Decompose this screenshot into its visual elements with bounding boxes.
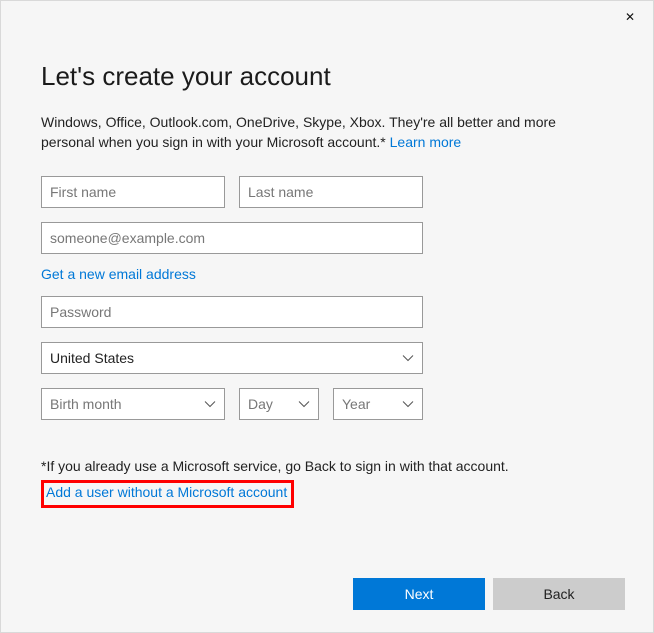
name-row: First name Last name bbox=[41, 176, 613, 208]
get-new-email-link[interactable]: Get a new email address bbox=[41, 266, 196, 282]
chevron-down-icon bbox=[402, 398, 414, 410]
chevron-down-icon bbox=[402, 352, 414, 364]
back-button[interactable]: Back bbox=[493, 578, 625, 610]
close-button[interactable]: ✕ bbox=[607, 1, 653, 33]
email-placeholder: someone@example.com bbox=[50, 230, 205, 246]
chevron-down-icon bbox=[204, 398, 216, 410]
intro-text: Windows, Office, Outlook.com, OneDrive, … bbox=[41, 112, 581, 152]
content: Let's create your account Windows, Offic… bbox=[1, 33, 653, 508]
intro-body: Windows, Office, Outlook.com, OneDrive, … bbox=[41, 114, 556, 150]
close-icon: ✕ bbox=[625, 10, 635, 24]
birth-month-value: Birth month bbox=[50, 396, 122, 412]
get-new-email-row: Get a new email address bbox=[41, 266, 613, 284]
email-row: someone@example.com bbox=[41, 222, 613, 254]
learn-more-link[interactable]: Learn more bbox=[390, 134, 462, 150]
last-name-field[interactable]: Last name bbox=[239, 176, 423, 208]
birth-day-select[interactable]: Day bbox=[239, 388, 319, 420]
birth-month-select[interactable]: Birth month bbox=[41, 388, 225, 420]
birth-day-value: Day bbox=[248, 396, 273, 412]
first-name-placeholder: First name bbox=[50, 184, 116, 200]
titlebar: ✕ bbox=[1, 1, 653, 33]
alt-link-highlight: Add a user without a Microsoft account bbox=[41, 480, 294, 508]
button-bar: Next Back bbox=[353, 578, 625, 610]
password-row: Password bbox=[41, 296, 613, 328]
chevron-down-icon bbox=[298, 398, 310, 410]
birth-year-select[interactable]: Year bbox=[333, 388, 423, 420]
password-placeholder: Password bbox=[50, 304, 111, 320]
country-value: United States bbox=[50, 350, 134, 366]
back-button-label: Back bbox=[543, 586, 574, 602]
password-field[interactable]: Password bbox=[41, 296, 423, 328]
page-title: Let's create your account bbox=[41, 61, 613, 92]
first-name-field[interactable]: First name bbox=[41, 176, 225, 208]
country-select[interactable]: United States bbox=[41, 342, 423, 374]
birthdate-row: Birth month Day Year bbox=[41, 388, 613, 420]
dialog-window: ✕ Let's create your account Windows, Off… bbox=[0, 0, 654, 633]
add-user-without-ms-link[interactable]: Add a user without a Microsoft account bbox=[46, 484, 287, 500]
birth-year-value: Year bbox=[342, 396, 370, 412]
next-button-label: Next bbox=[405, 586, 434, 602]
next-button[interactable]: Next bbox=[353, 578, 485, 610]
last-name-placeholder: Last name bbox=[248, 184, 313, 200]
footnote-text: *If you already use a Microsoft service,… bbox=[41, 458, 613, 474]
email-field[interactable]: someone@example.com bbox=[41, 222, 423, 254]
country-row: United States bbox=[41, 342, 613, 374]
